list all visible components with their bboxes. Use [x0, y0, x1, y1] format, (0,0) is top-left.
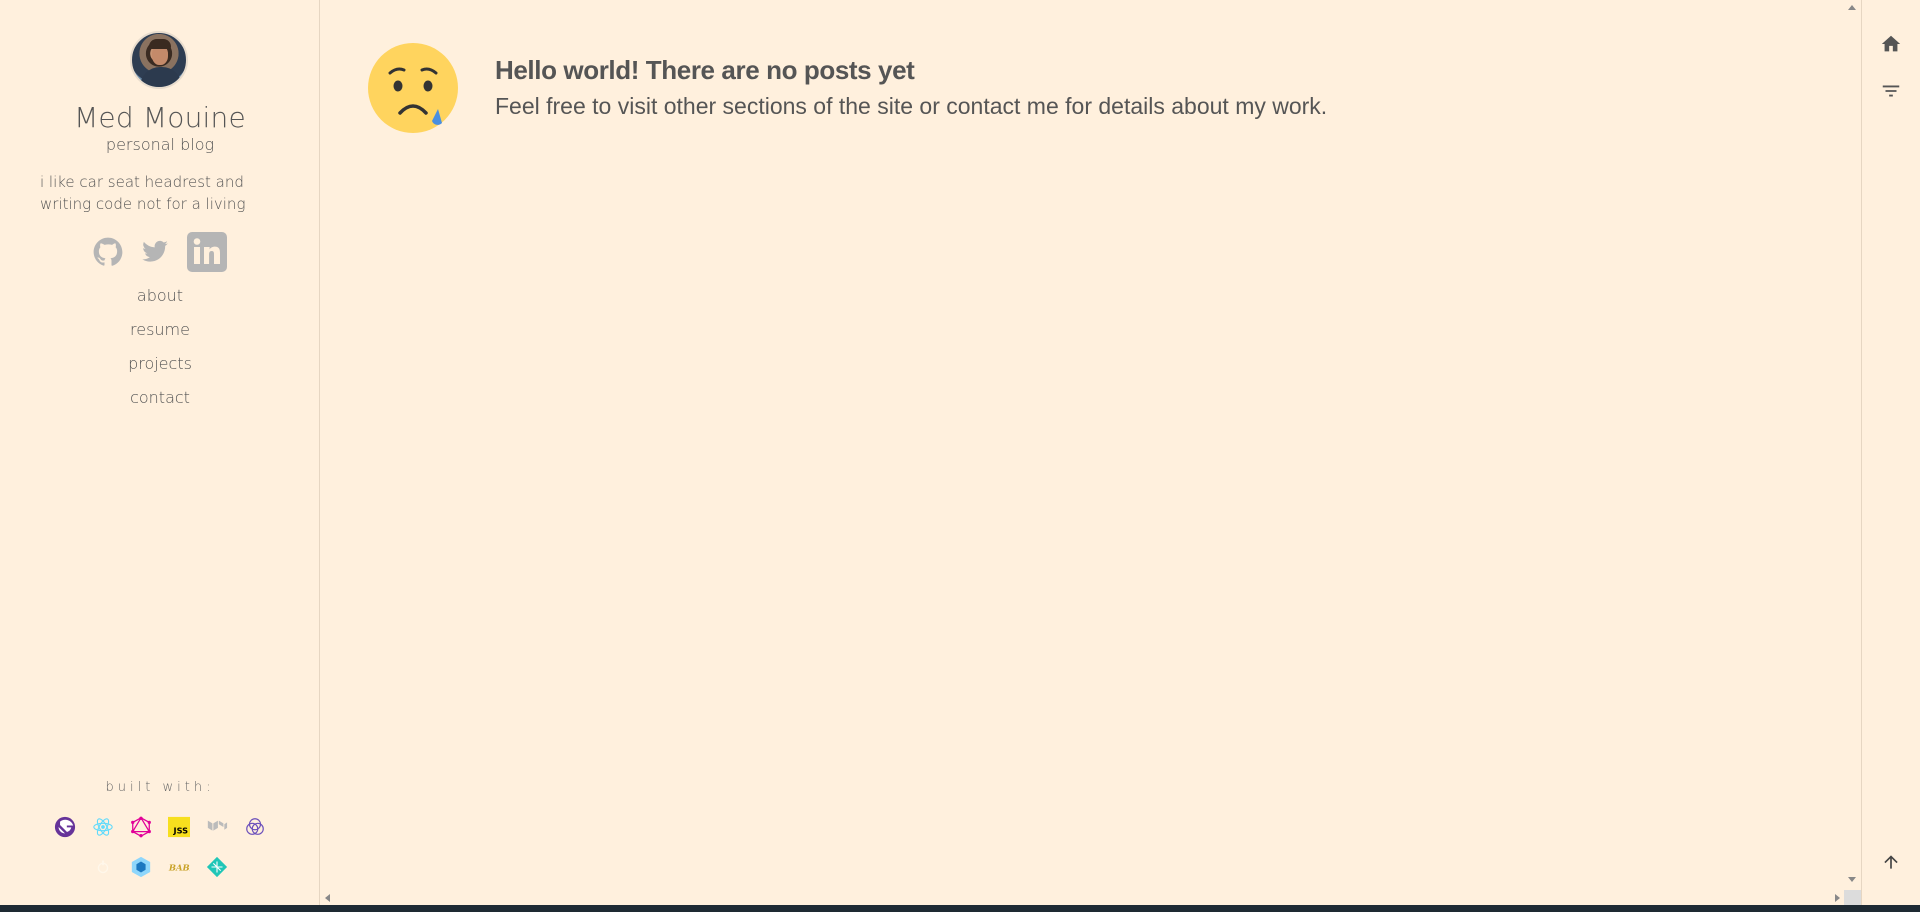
- action-bar: [1862, 0, 1920, 905]
- webpack-icon[interactable]: [130, 856, 152, 878]
- svg-text:BABEL: BABEL: [168, 862, 190, 872]
- home-icon: [1881, 35, 1901, 52]
- avatar[interactable]: [130, 31, 188, 89]
- vertical-scrollbar[interactable]: [1844, 0, 1861, 890]
- scroll-to-top-button[interactable]: [1878, 849, 1904, 875]
- scroll-down-icon[interactable]: [1848, 877, 1856, 882]
- horizontal-scrollbar[interactable]: [321, 890, 1844, 905]
- built-with-row: BABEL: [0, 856, 320, 878]
- babel-icon[interactable]: BABEL: [168, 856, 190, 878]
- profile-name[interactable]: Med Mouine: [0, 101, 320, 134]
- avatar-cap: [149, 39, 171, 49]
- main-nav: about resume projects contact: [0, 284, 320, 420]
- empty-state-message: Feel free to visit other sections of the…: [495, 93, 1328, 119]
- profile-bio: i like car seat headrest and writing cod…: [40, 173, 246, 213]
- page-title: Hello world! There are no posts yet: [495, 55, 915, 85]
- arrow-up-icon: [1884, 855, 1898, 869]
- svg-text:JSS: JSS: [173, 825, 189, 835]
- react-icon[interactable]: [92, 816, 114, 838]
- profile-subtitle: personal blog: [105, 135, 215, 154]
- sad-face-icon: [368, 43, 458, 133]
- graphql-icon[interactable]: [130, 816, 152, 838]
- netlify-icon[interactable]: [206, 856, 228, 878]
- built-with-row: JSS: [0, 816, 320, 838]
- social-links: [0, 232, 320, 276]
- apollo-icon[interactable]: [244, 816, 266, 838]
- material-ui-icon[interactable]: [206, 816, 228, 838]
- nav-item-projects[interactable]: projects: [0, 352, 320, 386]
- taskbar: [0, 905, 1920, 912]
- jss-icon[interactable]: JSS: [168, 816, 190, 838]
- main-content: Hello world! There are no posts yet Feel…: [321, 0, 1844, 905]
- avatar-body: [140, 67, 182, 87]
- scroll-left-icon[interactable]: [325, 894, 330, 902]
- prettier-icon[interactable]: [92, 856, 114, 878]
- nav-item-contact[interactable]: contact: [0, 386, 320, 420]
- nav-item-about[interactable]: about: [0, 284, 320, 318]
- sidebar: Med Mouine personal blog i like car seat…: [0, 0, 320, 905]
- scroll-up-icon[interactable]: [1848, 5, 1856, 10]
- twitter-icon[interactable]: [141, 238, 169, 270]
- linkedin-icon[interactable]: [187, 232, 227, 276]
- gatsby-icon[interactable]: [54, 816, 76, 838]
- scroll-right-icon[interactable]: [1835, 894, 1840, 902]
- home-button[interactable]: [1878, 31, 1904, 57]
- github-icon[interactable]: [93, 237, 123, 271]
- filter-button[interactable]: [1878, 78, 1904, 104]
- scrollbar-corner: [1844, 890, 1861, 905]
- filter-icon: [1882, 85, 1900, 97]
- nav-item-resume[interactable]: resume: [0, 318, 320, 352]
- built-with-label: built with:: [105, 780, 215, 795]
